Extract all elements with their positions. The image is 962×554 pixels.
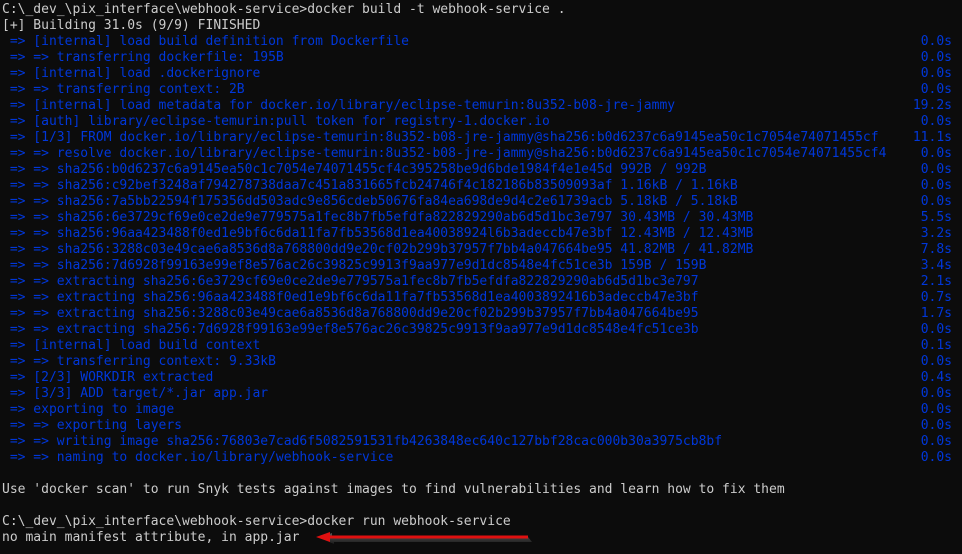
step-duration: 0.0s — [920, 450, 952, 465]
line-text: => [2/3] WORKDIR extracted — [2, 370, 214, 385]
terminal-line-step: => => sha256:b0d6237c6a9145ea50c1c7054e7… — [0, 162, 952, 178]
terminal-line-step: => => extracting sha256:96aa423488f0ed1e… — [0, 290, 952, 306]
step-duration: 0.4s — [920, 370, 952, 385]
step-duration: 0.0s — [920, 178, 952, 193]
terminal-line-step: => [internal] load .dockerignore 0.0s — [0, 66, 952, 82]
step-duration: 0.0s — [920, 322, 952, 337]
line-text: Use 'docker scan' to run Snyk tests agai… — [2, 482, 785, 497]
step-duration: 0.0s — [920, 402, 952, 417]
step-duration: 0.0s — [920, 418, 952, 433]
step-duration: 3.4s — [920, 258, 952, 273]
line-text: => exporting to image — [2, 402, 175, 417]
step-duration: 19.2s — [912, 98, 952, 113]
step-duration: 1.7s — [920, 306, 952, 321]
terminal-line-step: => [internal] load build context 0.1s — [0, 338, 952, 354]
step-duration: 0.7s — [920, 290, 952, 305]
terminal-line-step: => => transferring context: 9.33kB 0.0s — [0, 354, 952, 370]
line-text: => => extracting sha256:6e3729cf69e0ce2d… — [2, 274, 699, 289]
line-text: => => sha256:c92bef3248af794278738daa7c4… — [2, 178, 738, 193]
step-duration: 0.0s — [920, 162, 952, 177]
terminal-line-step: => => sha256:96aa423488f0ed1e9bf6c6da11f… — [0, 226, 952, 242]
terminal-line-step: => [internal] load build definition from… — [0, 34, 952, 50]
line-text: => [internal] load build definition from… — [2, 34, 409, 49]
step-duration: 0.0s — [920, 146, 952, 161]
terminal-line-step: => => transferring context: 2B 0.0s — [0, 82, 952, 98]
terminal-line-status: [+] Building 31.0s (9/9) FINISHED — [0, 18, 952, 34]
line-text: => [1/3] FROM docker.io/library/eclipse-… — [2, 130, 879, 145]
line-text: C:\_dev_\pix_interface\webhook-service>d… — [2, 2, 566, 17]
terminal-line-step: => exporting to image 0.0s — [0, 402, 952, 418]
line-text: => => resolve docker.io/library/eclipse-… — [2, 146, 887, 161]
line-text: => => extracting sha256:3288c03e49cae6a8… — [2, 306, 699, 321]
step-duration: 0.0s — [920, 82, 952, 97]
terminal-line-step: => [internal] load metadata for docker.i… — [0, 98, 952, 114]
line-text: => => sha256:7d6928f99163e99ef8e576ac26c… — [2, 258, 707, 273]
step-duration: 11.1s — [912, 130, 952, 145]
terminal-line-step: => [auth] library/eclipse-temurin:pull t… — [0, 114, 952, 130]
line-text: => => sha256:3288c03e49cae6a8536d8a76880… — [2, 242, 754, 257]
terminal-line-step: => => extracting sha256:7d6928f99163e99e… — [0, 322, 952, 338]
terminal-line-step: => => sha256:3288c03e49cae6a8536d8a76880… — [0, 242, 952, 258]
red-arrow-icon — [316, 532, 532, 544]
line-text: => => transferring dockerfile: 195B — [2, 50, 284, 65]
line-text: => [3/3] ADD target/*.jar app.jar — [2, 386, 269, 401]
line-text: no main manifest attribute, in app.jar — [2, 530, 300, 545]
line-text: => => extracting sha256:7d6928f99163e99e… — [2, 322, 699, 337]
line-text: => [auth] library/eclipse-temurin:pull t… — [2, 114, 550, 129]
step-duration: 0.1s — [920, 338, 952, 353]
step-duration: 0.0s — [920, 50, 952, 65]
terminal-line-step: => [3/3] ADD target/*.jar app.jar 0.0s — [0, 386, 952, 402]
terminal-line-step: => => naming to docker.io/library/webhoo… — [0, 450, 952, 466]
line-text: => => writing image sha256:76803e7cad6f5… — [2, 434, 723, 449]
terminal-window[interactable]: C:\_dev_\pix_interface\webhook-service>d… — [0, 0, 962, 554]
terminal-line-step: => => writing image sha256:76803e7cad6f5… — [0, 434, 952, 450]
line-text: => [internal] load .dockerignore — [2, 66, 261, 81]
line-text: => [internal] load metadata for docker.i… — [2, 98, 676, 113]
line-text: => => sha256:96aa423488f0ed1e9bf6c6da11f… — [2, 226, 754, 241]
terminal-line-step: => [1/3] FROM docker.io/library/eclipse-… — [0, 130, 952, 146]
line-text: => => transferring context: 2B — [2, 82, 245, 97]
line-text: [+] Building 31.0s (9/9) FINISHED — [2, 18, 261, 33]
line-text: => => transferring context: 9.33kB — [2, 354, 276, 369]
line-text: => => exporting layers — [2, 418, 183, 433]
step-duration: 0.0s — [920, 194, 952, 209]
terminal-line-step: => [2/3] WORKDIR extracted 0.4s — [0, 370, 952, 386]
step-duration: 0.0s — [920, 66, 952, 81]
line-text: => => extracting sha256:96aa423488f0ed1e… — [2, 290, 699, 305]
terminal-line-step: => => sha256:7d6928f99163e99ef8e576ac26c… — [0, 258, 952, 274]
line-text: => => sha256:7a5bb22594f175356dd503adc9e… — [2, 194, 738, 209]
step-duration: 0.0s — [920, 34, 952, 49]
step-duration: 0.0s — [920, 386, 952, 401]
terminal-line-step: => => sha256:6e3729cf69e0ce2de9e779575a1… — [0, 210, 952, 226]
terminal-line-step: => => transferring dockerfile: 195B 0.0s — [0, 50, 952, 66]
line-text: C:\_dev_\pix_interface\webhook-service>d… — [2, 514, 511, 529]
line-text: => [internal] load build context — [2, 338, 261, 353]
terminal-line-step: => => sha256:7a5bb22594f175356dd503adc9e… — [0, 194, 952, 210]
terminal-line-step: => => resolve docker.io/library/eclipse-… — [0, 146, 952, 162]
terminal-line-info: Use 'docker scan' to run Snyk tests agai… — [0, 482, 952, 498]
step-duration: 0.0s — [920, 354, 952, 369]
step-duration: 0.0s — [920, 114, 952, 129]
step-duration: 2.1s — [920, 274, 952, 289]
terminal-line-step: => => exporting layers 0.0s — [0, 418, 952, 434]
terminal-line-command: C:\_dev_\pix_interface\webhook-service>d… — [0, 2, 952, 18]
step-duration: 0.0s — [920, 434, 952, 449]
line-text: => => sha256:6e3729cf69e0ce2de9e779575a1… — [2, 210, 754, 225]
step-duration: 7.8s — [920, 242, 952, 257]
terminal-line-step: => => extracting sha256:3288c03e49cae6a8… — [0, 306, 952, 322]
step-duration: 5.5s — [920, 210, 952, 225]
terminal-line-step: => => extracting sha256:6e3729cf69e0ce2d… — [0, 274, 952, 290]
step-duration: 3.2s — [920, 226, 952, 241]
line-text: => => naming to docker.io/library/webhoo… — [2, 450, 394, 465]
line-text: => => sha256:b0d6237c6a9145ea50c1c7054e7… — [2, 162, 707, 177]
terminal-line-step: => => sha256:c92bef3248af794278738daa7c4… — [0, 178, 952, 194]
terminal-line-command: C:\_dev_\pix_interface\webhook-service>d… — [0, 514, 952, 530]
